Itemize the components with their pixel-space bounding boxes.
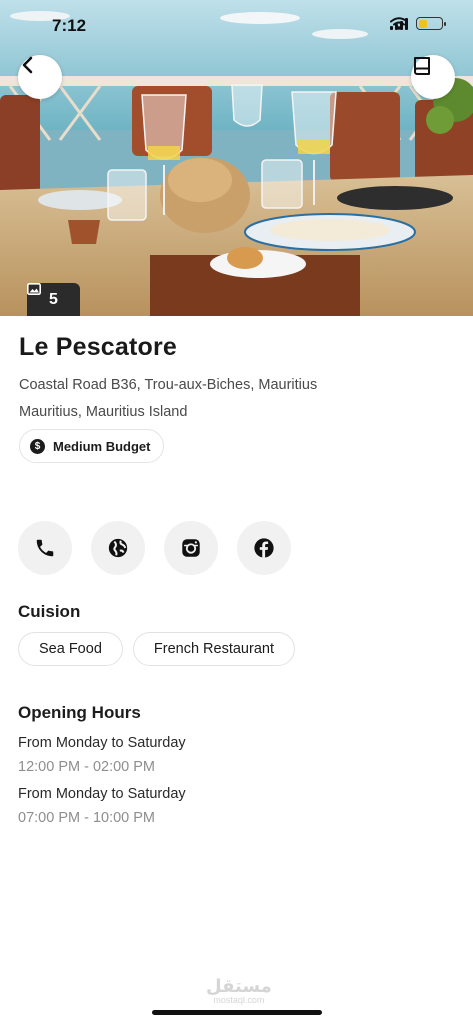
photo-count: 5 xyxy=(49,290,58,308)
contact-actions xyxy=(18,521,291,575)
phone-button[interactable] xyxy=(18,521,72,575)
instagram-button[interactable] xyxy=(164,521,218,575)
cuisine-tag[interactable]: Sea Food xyxy=(18,632,123,666)
hours-time: 12:00 PM - 02:00 PM xyxy=(18,759,156,775)
restaurant-address: Coastal Road B36, Trou-aux-Biches, Mauri… xyxy=(19,372,459,426)
opening-hours-list: From Monday to Saturday 12:00 PM - 02:00… xyxy=(18,735,186,837)
watermark-arabic: مستقل xyxy=(206,976,272,996)
hours-days: From Monday to Saturday xyxy=(18,735,186,751)
cuisine-heading: Cuision xyxy=(18,602,81,621)
restaurant-photo[interactable]: 7:12 5 xyxy=(0,0,473,316)
website-button[interactable] xyxy=(91,521,145,575)
watermark-latin: mostaql.com xyxy=(213,995,265,1005)
dollar-icon: $ xyxy=(30,438,45,454)
opening-hours-heading: Opening Hours xyxy=(18,703,141,722)
restaurant-name: Le Pescatore xyxy=(19,333,178,361)
menu-book-button[interactable] xyxy=(411,55,455,99)
address-line-2: Mauritius, Mauritius Island xyxy=(19,404,188,420)
chevron-left-icon xyxy=(22,56,33,74)
watermark: مستقل mostaql.com xyxy=(206,977,272,1005)
status-time: 7:12 xyxy=(52,16,87,35)
gallery-icon xyxy=(27,283,41,295)
hours-days: From Monday to Saturday xyxy=(18,786,186,802)
budget-label: Medium Budget xyxy=(53,438,151,454)
back-button[interactable] xyxy=(18,55,62,99)
wifi-icon xyxy=(390,17,408,30)
photo-count-badge[interactable]: 5 xyxy=(27,283,80,316)
budget-badge: $ Medium Budget xyxy=(19,429,164,463)
book-icon xyxy=(414,57,430,75)
hours-time: 07:00 PM - 10:00 PM xyxy=(18,810,156,826)
phone-icon xyxy=(36,539,54,557)
status-icons xyxy=(390,17,446,30)
facebook-icon xyxy=(254,538,274,558)
status-bar: 7:12 xyxy=(0,0,473,50)
facebook-button[interactable] xyxy=(237,521,291,575)
home-indicator[interactable] xyxy=(152,1010,322,1015)
cuisine-tags: Sea Food French Restaurant xyxy=(18,632,295,666)
address-line-1: Coastal Road B36, Trou-aux-Biches, Mauri… xyxy=(19,377,318,393)
instagram-icon xyxy=(182,539,200,557)
battery-icon xyxy=(416,17,446,30)
globe-icon xyxy=(108,538,128,558)
cuisine-tag[interactable]: French Restaurant xyxy=(132,632,295,666)
